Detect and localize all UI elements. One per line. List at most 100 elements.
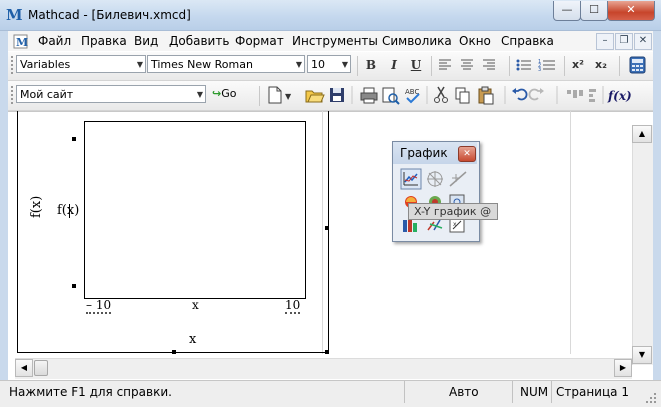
paste-icon [478, 86, 494, 105]
style-select[interactable]: Variables ▼ [16, 55, 146, 73]
document-window-controls: – ❐ ✕ [596, 33, 652, 50]
graph-palette-icons: x [400, 168, 467, 233]
standard-toolbar-icons: ▼ ABC f(x) [268, 86, 632, 105]
spell-check-icon: ABC [405, 88, 420, 104]
x-max-label[interactable]: 10 [285, 298, 301, 314]
menu-insert[interactable]: Добавить [169, 33, 229, 49]
menu-symbolics[interactable]: Символика [382, 33, 452, 49]
svg-text:x: x [453, 221, 457, 228]
polar-plot-icon [427, 171, 443, 187]
scroll-down-button[interactable]: ▼ [632, 346, 652, 364]
window-frame-right [653, 30, 661, 380]
x-axis-placeholder[interactable]: x [192, 298, 199, 312]
graph-palette-title: График [400, 146, 448, 160]
scroll-up-button[interactable]: ▲ [632, 125, 652, 143]
underline-button[interactable]: U [406, 55, 426, 75]
menu-tools[interactable]: Инструменты [292, 33, 378, 49]
subscript-button[interactable]: x₂ [591, 55, 611, 75]
go-button[interactable]: ↪Go [212, 85, 252, 103]
mathcad-logo-icon: M [6, 6, 23, 24]
align-across-icon [567, 90, 583, 98]
numbered-list-icon: 1 2 3 [538, 59, 555, 73]
menu-window[interactable]: Окно [459, 33, 491, 49]
new-document-icon [268, 86, 282, 104]
minimize-button[interactable]: — [553, 1, 581, 21]
vector-field-icon [427, 219, 443, 231]
menu-file[interactable]: Файл [38, 33, 71, 49]
resource-address-select[interactable]: Мой сайт ▼ [16, 85, 206, 103]
font-size-value: 10 [311, 58, 325, 71]
toolbar-separator [564, 56, 565, 76]
address-value: Мой сайт [20, 88, 74, 101]
add-trace-icon [449, 171, 467, 187]
list-buttons[interactable]: 1 2 3 [515, 57, 559, 73]
window-title: Mathcad - [Билевич.xmcd] [28, 8, 191, 22]
status-divider [404, 381, 405, 403]
y-min-placeholder-handle[interactable] [72, 284, 76, 288]
align-down-icon [589, 89, 596, 102]
italic-button[interactable]: I [384, 55, 404, 75]
open-folder-icon [305, 90, 325, 103]
resize-grip-icon[interactable] [645, 392, 657, 404]
resize-handle-bottom[interactable] [172, 350, 176, 354]
right-margin-line [570, 111, 571, 354]
palette-close-button[interactable]: ✕ [458, 146, 476, 162]
menu-help[interactable]: Справка [501, 33, 554, 49]
vertical-scrollbar[interactable] [632, 125, 653, 365]
menu-edit[interactable]: Правка [81, 33, 127, 49]
menu-format[interactable]: Формат [235, 33, 284, 49]
toolbar-separator [431, 56, 432, 76]
menu-view[interactable]: Вид [134, 33, 158, 49]
xy-plot-icon [400, 168, 422, 190]
font-select-value: Times New Roman [151, 58, 253, 71]
y-axis-label: f(x) [29, 195, 44, 218]
xy-plot-area[interactable] [84, 121, 306, 299]
alignment-buttons [439, 59, 495, 70]
font-select[interactable]: Times New Roman ▼ [147, 55, 305, 73]
chevron-down-icon: ▼ [341, 60, 348, 69]
x-min-label[interactable]: – 10 [86, 298, 112, 314]
window-frame-left [0, 30, 8, 380]
resize-handle-right[interactable] [325, 226, 329, 230]
scroll-right-button[interactable]: ▶ [614, 359, 632, 377]
3d-plot-wizard-icon: x [449, 217, 465, 233]
copy-icon [455, 87, 470, 104]
chevron-down-icon: ▼ [285, 92, 292, 101]
document-icon[interactable]: M [13, 34, 29, 49]
horizontal-scrollbar[interactable] [15, 358, 632, 379]
font-size-select[interactable]: 10 ▼ [307, 55, 351, 73]
status-help-text: Нажмите F1 для справки. [9, 385, 172, 399]
bold-button[interactable]: B [361, 55, 381, 75]
status-divider [512, 381, 513, 403]
toolbar-separator [619, 56, 620, 76]
resize-handle-corner[interactable] [325, 350, 329, 354]
status-divider [551, 381, 552, 403]
horizontal-scroll-thumb[interactable] [34, 360, 48, 376]
calculator-toolbar-icon[interactable] [628, 56, 648, 74]
toolbar-separator [259, 86, 260, 106]
close-button[interactable]: ✕ [607, 1, 655, 21]
save-icon [330, 88, 344, 102]
scroll-left-button[interactable]: ◀ [15, 359, 33, 377]
align-right-icon [483, 59, 495, 70]
align-center-icon [461, 59, 473, 70]
text-cursor [69, 204, 70, 218]
svg-text:M: M [16, 36, 28, 49]
maximize-button[interactable]: ☐ [580, 1, 608, 21]
insert-function-icon: f(x) [607, 89, 632, 103]
svg-text:3: 3 [538, 67, 541, 73]
y-max-placeholder-handle[interactable] [72, 137, 76, 141]
doc-close-button[interactable]: ✕ [634, 33, 652, 50]
xy-plot-tooltip: X-Y график @ [408, 203, 498, 220]
style-select-value: Variables [20, 58, 71, 71]
redo-icon [528, 88, 544, 101]
doc-restore-button[interactable]: ❐ [615, 33, 633, 50]
toolbar-separator [357, 56, 358, 76]
go-label: Go [221, 87, 237, 100]
doc-minimize-button[interactable]: – [596, 33, 614, 50]
superscript-button[interactable]: x² [568, 55, 588, 75]
go-arrow-icon: ↪ [212, 87, 222, 100]
chevron-down-icon: ▼ [136, 60, 143, 69]
align-left-icon [439, 59, 451, 70]
svg-text:f(x): f(x) [607, 89, 632, 103]
